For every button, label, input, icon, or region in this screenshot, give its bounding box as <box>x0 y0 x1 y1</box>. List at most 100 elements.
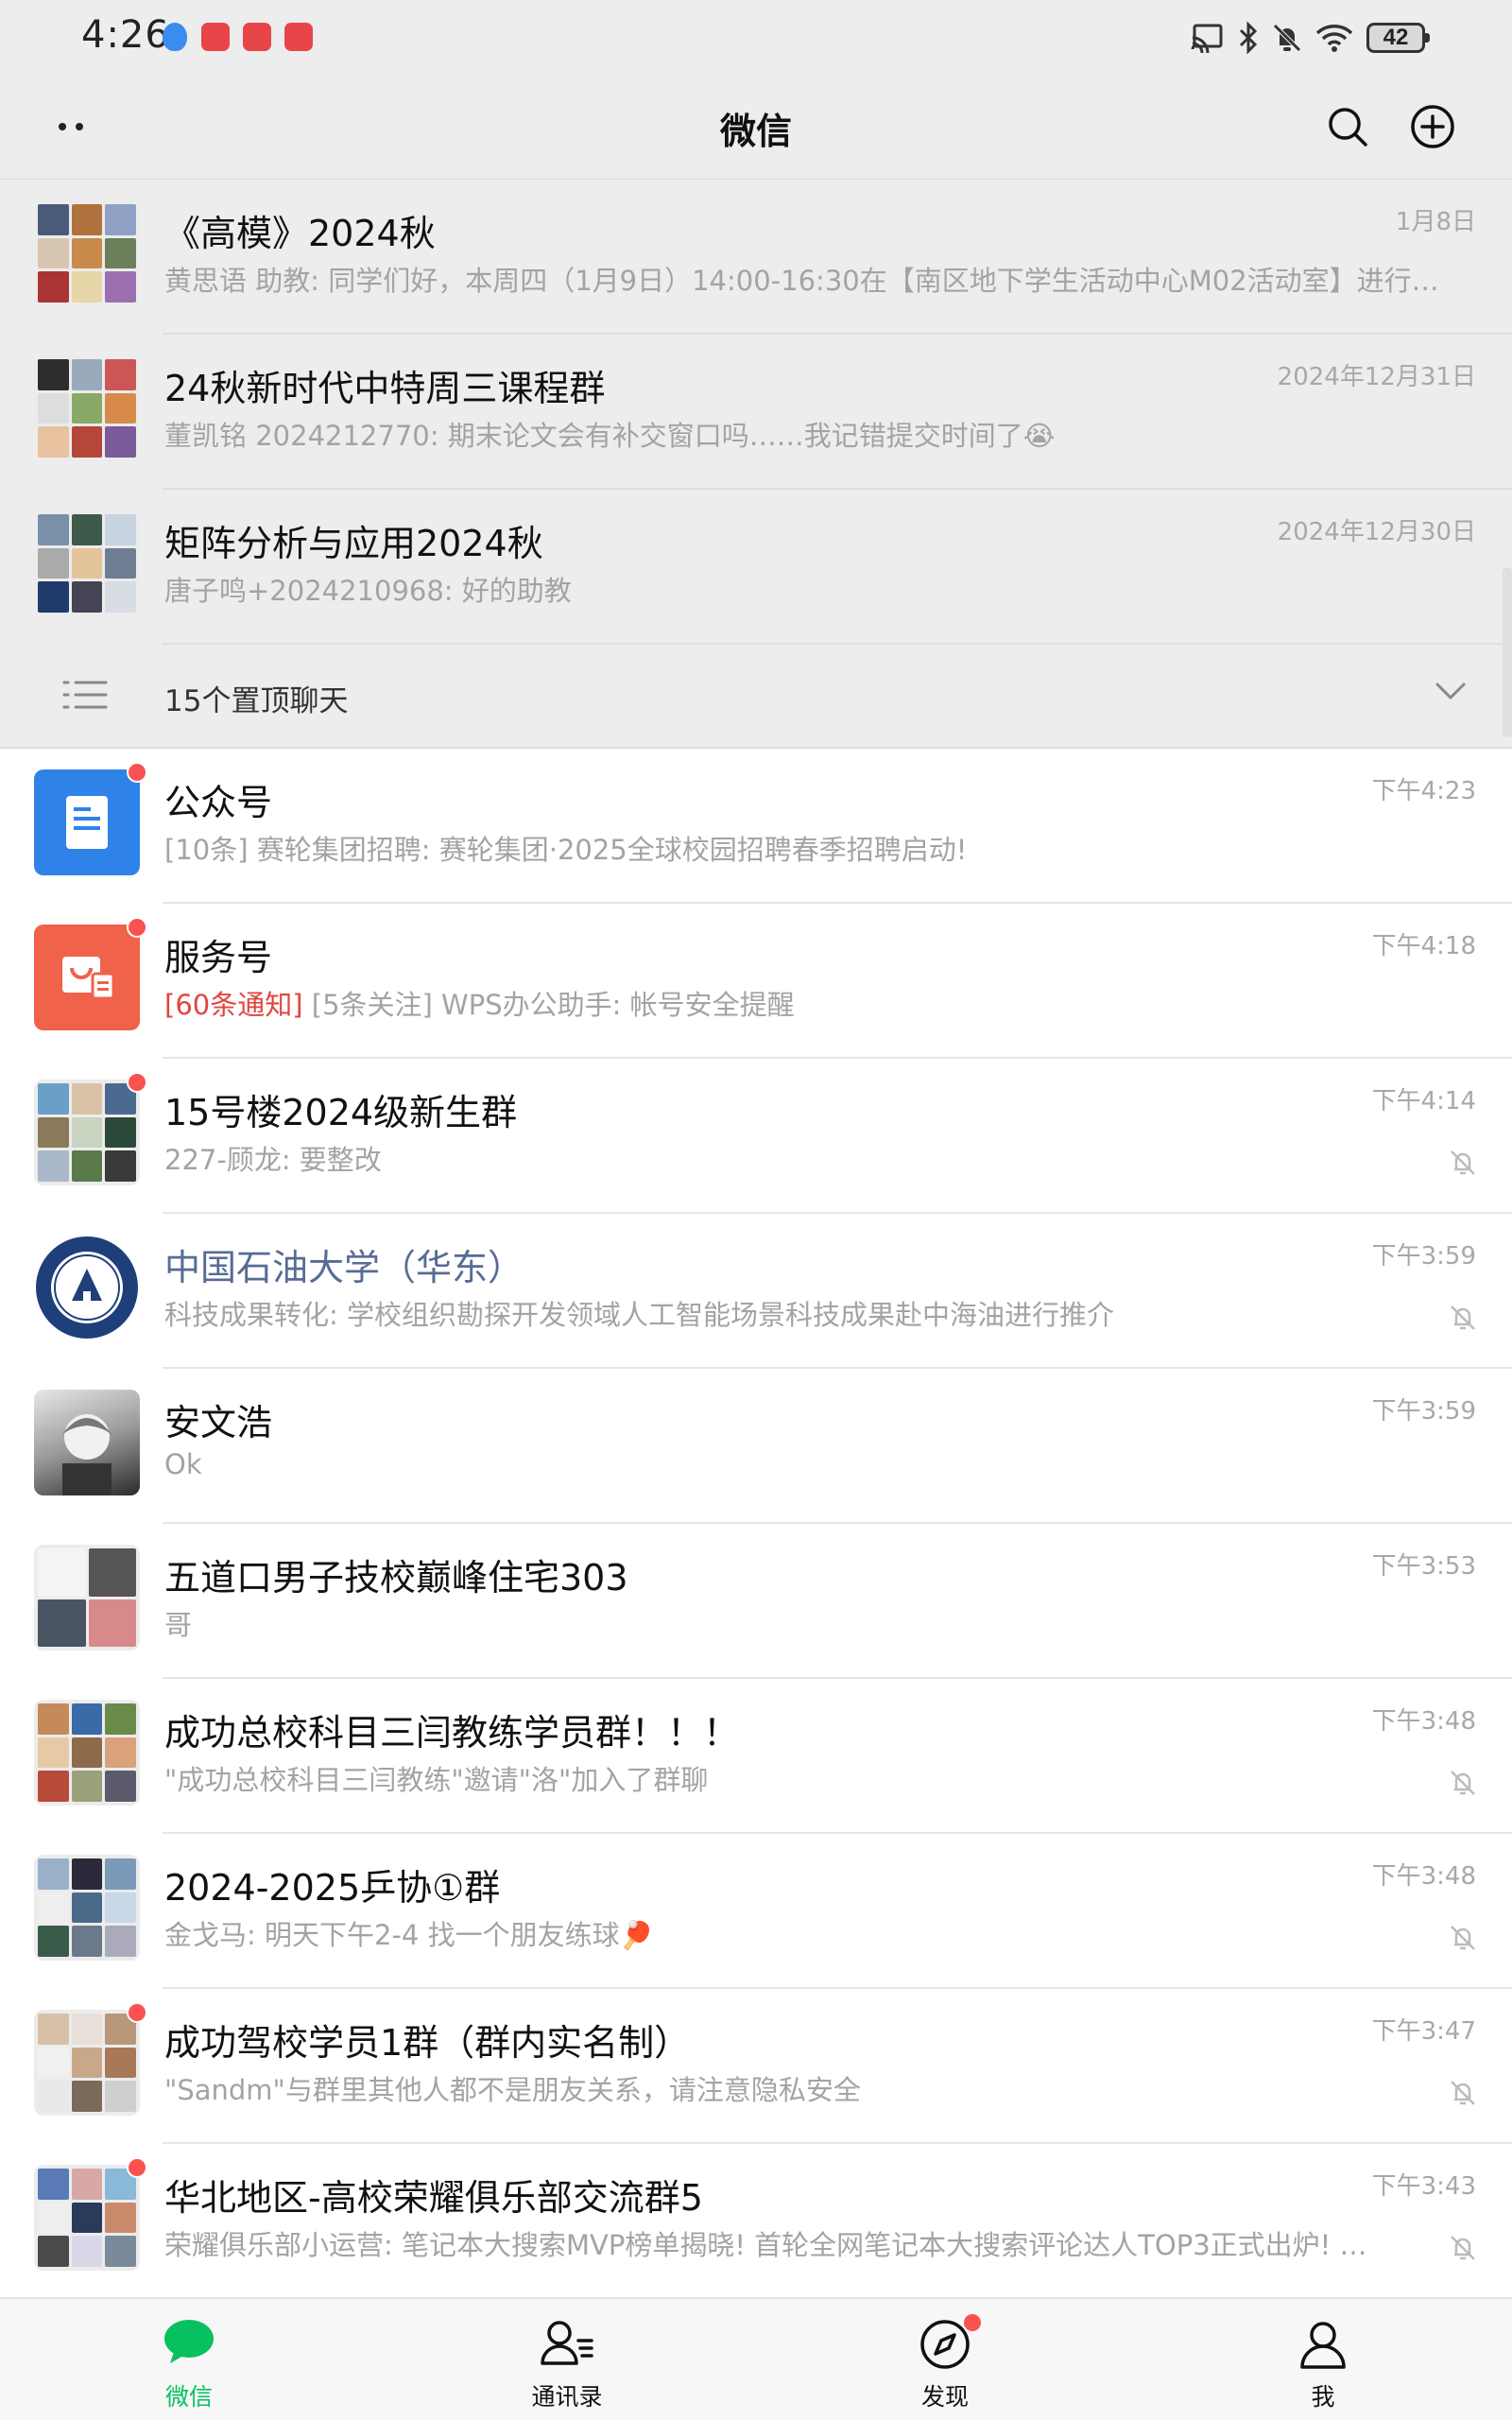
search-icon[interactable] <box>1325 104 1370 153</box>
scrollbar-thumb[interactable] <box>1503 567 1512 737</box>
app-header: 微信 <box>0 76 1512 180</box>
unread-dot <box>127 917 147 938</box>
notification-count: [60条通知] <box>164 989 303 1021</box>
status-indicators: 42 <box>1191 19 1430 57</box>
battery-indicator: 42 <box>1366 23 1430 53</box>
chat-row[interactable]: 服务号 下午4:18 [60条通知] [5条关注] WPS办公助手: 帐号安全提… <box>0 904 1512 1059</box>
bottom-tab-bar: 微信 通讯录 发现 我 <box>0 2297 1512 2420</box>
mute-icon <box>1448 1303 1478 1337</box>
wifi-icon <box>1315 25 1353 52</box>
pinned-count-label: 15个置顶聊天 <box>164 684 349 718</box>
page-title: 微信 <box>719 111 792 152</box>
chat-name: 华北地区-高校荣耀俱乐部交流群5 <box>164 2177 703 2219</box>
chat-row[interactable]: 安文浩 下午3:59 Ok <box>0 1369 1512 1524</box>
chat-name: 中国石油大学（华东） <box>164 1247 524 1288</box>
group-avatar <box>34 1545 140 1651</box>
chat-row[interactable]: 五道口男子技校巅峰住宅303 下午3:53 哥 <box>0 1524 1512 1679</box>
pinned-chat-row[interactable]: 《高模》2024秋 1月8日 黄思语 助教: 同学们好，本周四（1月9日）14:… <box>0 180 1512 335</box>
chat-preview-text: [5条关注] WPS办公助手: 帐号安全提醒 <box>302 989 795 1021</box>
group-avatar <box>34 1700 140 1806</box>
cast-icon <box>1191 24 1223 53</box>
chat-preview: 金戈马: 明天下午2-4 找一个朋友练球🏓 <box>164 1919 654 1951</box>
add-circle-icon[interactable] <box>1410 104 1455 153</box>
chat-row[interactable]: 公众号 下午4:23 [10条] 赛轮集团招聘: 赛轮集团·2025全球校园招聘… <box>0 749 1512 904</box>
chat-preview: [10条] 赛轮集团招聘: 赛轮集团·2025全球校园招聘春季招聘启动! <box>164 834 968 866</box>
unread-dot <box>127 1072 147 1093</box>
unread-dot <box>127 2002 147 2023</box>
group-avatar <box>34 1855 140 1961</box>
chat-preview: 唐子鸣+2024210968: 好的助教 <box>164 575 572 607</box>
service-accounts-avatar <box>34 925 140 1030</box>
mute-icon <box>1448 2233 1478 2267</box>
chat-preview: Ok <box>164 1448 202 1480</box>
tab-label: 微信 <box>164 2383 213 2411</box>
tab-contacts[interactable]: 通讯录 <box>472 2299 662 2420</box>
tab-label: 我 <box>1311 2383 1335 2411</box>
tab-me[interactable]: 我 <box>1228 2299 1418 2420</box>
chat-time: 下午3:59 <box>1371 1397 1476 1426</box>
chat-row[interactable]: 华北地区-高校荣耀俱乐部交流群5 下午3:43 荣耀俱乐部小运营: 笔记本大搜索… <box>0 2144 1512 2299</box>
security-app-icon <box>163 23 187 51</box>
notification-app-icon <box>284 23 313 51</box>
group-avatar <box>34 200 140 306</box>
chat-time: 下午4:23 <box>1371 777 1476 805</box>
chat-name: 成功总校科目三闫教练学员群！！！ <box>164 1712 740 1754</box>
tab-discover[interactable]: 发现 <box>850 2299 1040 2420</box>
chat-row[interactable]: 中国石油大学（华东） 下午3:59 科技成果转化: 学校组织勘探开发领域人工智能… <box>0 1214 1512 1369</box>
chat-time: 下午3:43 <box>1371 2172 1476 2201</box>
chat-preview: "成功总校科目三闫教练"邀请"洛"加入了群聊 <box>164 1764 709 1796</box>
mute-icon <box>1448 1148 1478 1182</box>
tab-label: 通讯录 <box>531 2383 603 2411</box>
chat-name: 公众号 <box>164 782 273 823</box>
chat-time: 2024年12月31日 <box>1277 363 1476 391</box>
bluetooth-icon <box>1239 22 1258 54</box>
chevron-down-icon <box>1435 681 1467 705</box>
unread-dot <box>964 2314 981 2331</box>
chat-time: 下午3:53 <box>1371 1552 1476 1581</box>
chat-preview: 董凯铭 2024212770: 期末论文会有补交窗口吗……我记错提交时间了😭 <box>164 420 1056 452</box>
chat-name: 《高模》2024秋 <box>164 213 436 254</box>
chat-row[interactable]: 成功驾校学员1群（群内实名制） 下午3:47 "Sandm"与群里其他人都不是朋… <box>0 1989 1512 2144</box>
chat-name: 2024-2025乒协①群 <box>164 1867 501 1909</box>
university-logo-avatar <box>34 1235 140 1340</box>
notification-app-icon <box>243 23 271 51</box>
notification-app-icon <box>201 23 230 51</box>
chat-preview: 荣耀俱乐部小运营: 笔记本大搜索MVP榜单揭晓! 首轮全网笔记本大搜索评论达人T… <box>164 2229 1367 2261</box>
unread-dot <box>127 762 147 783</box>
official-accounts-avatar <box>34 769 140 875</box>
chat-preview: 黄思语 助教: 同学们好，本周四（1月9日）14:00-16:30在【南区地下学… <box>164 265 1439 297</box>
chat-row[interactable]: 成功总校科目三闫教练学员群！！！ 下午3:48 "成功总校科目三闫教练"邀请"洛… <box>0 1679 1512 1834</box>
chat-name: 服务号 <box>164 937 273 978</box>
chat-name: 矩阵分析与应用2024秋 <box>164 523 543 564</box>
group-avatar <box>34 1080 140 1185</box>
chat-preview: [60条通知] [5条关注] WPS办公助手: 帐号安全提醒 <box>164 983 795 1023</box>
user-avatar <box>34 1390 140 1495</box>
tab-chats[interactable]: 微信 <box>94 2299 284 2420</box>
pinned-chat-row[interactable]: 24秋新时代中特周三课程群 2024年12月31日 董凯铭 2024212770… <box>0 335 1512 490</box>
chat-bubble-icon <box>163 2318 215 2371</box>
chat-name: 24秋新时代中特周三课程群 <box>164 368 606 409</box>
pinned-chats-toggle[interactable]: 15个置顶聊天 <box>0 645 1512 749</box>
mute-bell-icon <box>1273 24 1301 52</box>
contacts-icon <box>539 2318 595 2373</box>
unread-dot <box>127 2157 147 2178</box>
person-icon <box>1297 2318 1349 2375</box>
chat-time: 下午3:59 <box>1371 1242 1476 1270</box>
pinned-chat-row[interactable]: 矩阵分析与应用2024秋 2024年12月30日 唐子鸣+2024210968:… <box>0 490 1512 645</box>
chat-time: 下午3:47 <box>1371 2017 1476 2046</box>
chat-time: 1月8日 <box>1395 208 1476 236</box>
chat-time: 下午3:48 <box>1371 1707 1476 1736</box>
chat-time: 下午4:18 <box>1371 932 1476 960</box>
mute-icon <box>1448 1768 1478 1802</box>
chat-name: 15号楼2024级新生群 <box>164 1092 518 1133</box>
chat-time: 下午4:14 <box>1371 1087 1476 1115</box>
chat-name: 五道口男子技校巅峰住宅303 <box>164 1557 628 1599</box>
chat-preview: "Sandm"与群里其他人都不是朋友关系，请注意隐私安全 <box>164 2074 861 2106</box>
chat-list: 《高模》2024秋 1月8日 黄思语 助教: 同学们好，本周四（1月9日）14:… <box>0 180 1512 2299</box>
chat-row[interactable]: 15号楼2024级新生群 下午4:14 227-顾龙: 要整改 <box>0 1059 1512 1214</box>
group-avatar <box>34 510 140 616</box>
list-icon <box>62 679 110 715</box>
chat-row[interactable]: 2024-2025乒协①群 下午3:48 金戈马: 明天下午2-4 找一个朋友练… <box>0 1834 1512 1989</box>
status-bar: 4:26 42 <box>0 0 1512 76</box>
chat-preview: 科技成果转化: 学校组织勘探开发领域人工智能场景科技成果赴中海油进行推介 <box>164 1299 1114 1331</box>
